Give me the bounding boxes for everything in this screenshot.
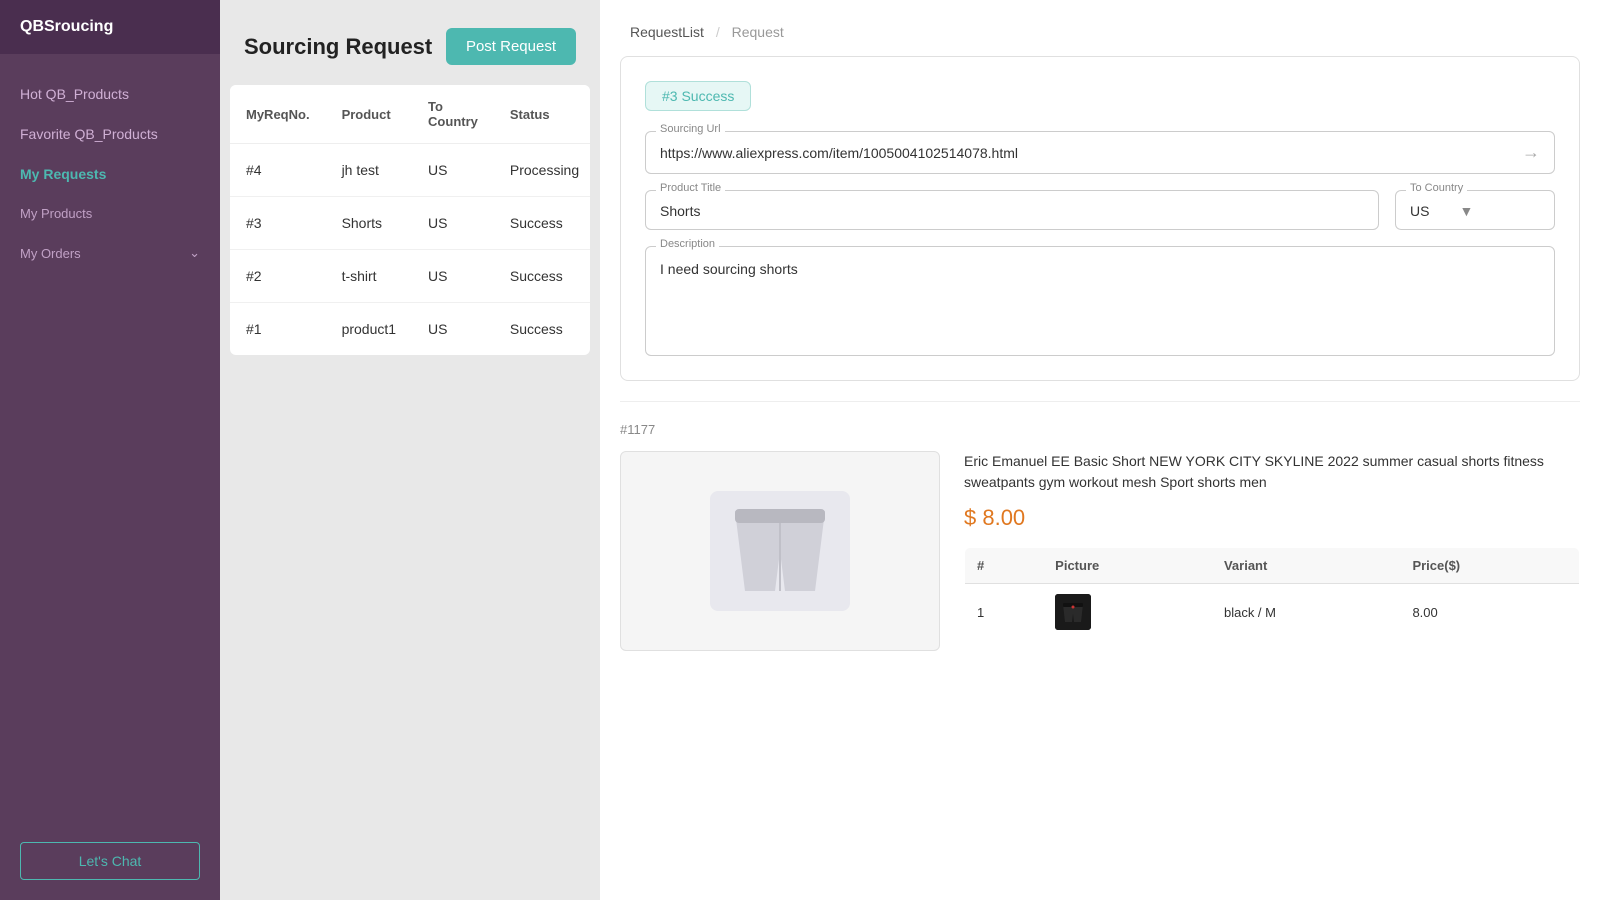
cell-country: US: [412, 250, 494, 303]
col-header-product: Product: [326, 85, 412, 144]
cell-product: t-shirt: [326, 250, 412, 303]
sidebar-nav: Hot QB_Products Favorite QB_Products My …: [0, 54, 220, 822]
breadcrumb-current: Request: [732, 24, 784, 40]
cell-req-no: #2: [230, 250, 326, 303]
product-info: Eric Emanuel EE Basic Short NEW YORK CIT…: [964, 451, 1580, 651]
cell-status: Success: [494, 250, 590, 303]
cell-country: US: [412, 303, 494, 356]
sourcing-request-header: Sourcing Request Post Request: [220, 0, 600, 85]
variant-picture: [1043, 584, 1212, 641]
col-header-status: Status: [494, 85, 590, 144]
col-header-req-no: MyReqNo.: [230, 85, 326, 144]
sidebar-item-my-products[interactable]: My Products: [0, 194, 220, 233]
cell-status: Success: [494, 303, 590, 356]
cell-country: US: [412, 197, 494, 250]
let-chat-button[interactable]: Let's Chat: [20, 842, 200, 880]
product-name: Eric Emanuel EE Basic Short NEW YORK CIT…: [964, 451, 1580, 493]
sidebar-item-favorite-products[interactable]: Favorite QB_Products: [0, 114, 220, 154]
requests-table: MyReqNo. Product To Country Status #4 jh…: [230, 85, 590, 355]
cell-product: product1: [326, 303, 412, 356]
col-header-country: To Country: [412, 85, 494, 144]
sidebar-footer: Let's Chat: [0, 822, 220, 900]
sourcing-url-label: Sourcing Url: [656, 123, 725, 135]
table-row[interactable]: #4 jh test US Processing: [230, 144, 590, 197]
sidebar-item-hot-products[interactable]: Hot QB_Products: [0, 74, 220, 114]
sidebar: QBSroucing Hot QB_Products Favorite QB_P…: [0, 0, 220, 900]
description-label: Description: [656, 238, 719, 250]
product-title-label: Product Title: [656, 182, 725, 194]
table-row[interactable]: #2 t-shirt US Success: [230, 250, 590, 303]
to-country-value: US ▼: [1410, 201, 1540, 219]
chevron-down-icon: ⌄: [189, 245, 200, 261]
table-row[interactable]: #1 product1 US Success: [230, 303, 590, 356]
sourcing-request-panel: Sourcing Request Post Request MyReqNo. P…: [220, 0, 600, 900]
cell-status: Success: [494, 197, 590, 250]
sourcing-request-title: Sourcing Request: [244, 34, 432, 60]
cell-product: jh test: [326, 144, 412, 197]
country-dropdown-arrow[interactable]: ▼: [1459, 203, 1473, 219]
variant-col-num: #: [965, 548, 1044, 584]
cell-country: US: [412, 144, 494, 197]
post-request-button[interactable]: Post Request: [446, 28, 576, 65]
app-brand: QBSroucing: [0, 0, 220, 54]
product-country-row: Product Title Shorts To Country US ▼: [645, 190, 1555, 230]
product-result: #1177 Eric Emanuel EE Basic Short NEW YO…: [600, 422, 1600, 681]
variant-row: 1 black / M 8.00: [965, 584, 1580, 641]
product-price: $ 8.00: [964, 505, 1580, 531]
cell-req-no: #4: [230, 144, 326, 197]
variant-col-picture: Picture: [1043, 548, 1212, 584]
product-image: [690, 471, 870, 631]
sourcing-url-field: Sourcing Url https://www.aliexpress.com/…: [645, 131, 1555, 174]
description-field: Description I need sourcing shorts: [645, 246, 1555, 356]
to-country-label: To Country: [1406, 182, 1467, 194]
variant-col-variant: Variant: [1212, 548, 1400, 584]
section-divider: [620, 401, 1580, 402]
sourcing-url-value: https://www.aliexpress.com/item/10050041…: [660, 145, 1512, 161]
breadcrumb: RequestList / Request: [600, 0, 1600, 56]
product-id: #1177: [620, 422, 1580, 437]
requests-table-container: MyReqNo. Product To Country Status #4 jh…: [230, 85, 590, 355]
product-main: Eric Emanuel EE Basic Short NEW YORK CIT…: [620, 451, 1580, 651]
variant-num: 1: [965, 584, 1044, 641]
cell-product: Shorts: [326, 197, 412, 250]
request-detail-panel: RequestList / Request #3 Success Sourcin…: [600, 0, 1600, 900]
status-badge: #3 Success: [645, 81, 751, 111]
product-title-field: Product Title Shorts: [645, 190, 1379, 230]
variant-thumb: [1055, 594, 1091, 630]
product-title-value: Shorts: [660, 201, 1364, 219]
variant-price: 8.00: [1400, 584, 1579, 641]
to-country-field: To Country US ▼: [1395, 190, 1555, 230]
url-arrow-icon[interactable]: →: [1522, 142, 1540, 163]
sidebar-item-my-orders[interactable]: My Orders ⌄: [0, 233, 220, 273]
product-image-box: [620, 451, 940, 651]
cell-req-no: #1: [230, 303, 326, 356]
variant-name: black / M: [1212, 584, 1400, 641]
variant-col-price: Price($): [1400, 548, 1579, 584]
sidebar-item-my-requests[interactable]: My Requests: [0, 154, 220, 194]
cell-status: Processing: [494, 144, 590, 197]
variants-table: # Picture Variant Price($) 1: [964, 547, 1580, 641]
table-row[interactable]: #3 Shorts US Success: [230, 197, 590, 250]
description-value: I need sourcing shorts: [660, 261, 1540, 277]
breadcrumb-separator: /: [716, 24, 720, 40]
request-card: #3 Success Sourcing Url https://www.alie…: [620, 56, 1580, 381]
cell-req-no: #3: [230, 197, 326, 250]
breadcrumb-list[interactable]: RequestList: [630, 24, 704, 40]
